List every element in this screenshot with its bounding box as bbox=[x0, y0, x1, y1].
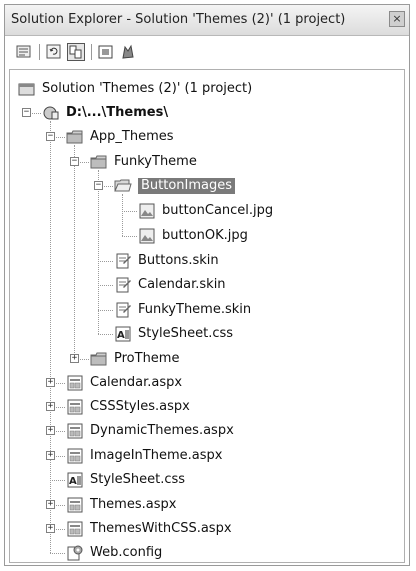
aspx-file-icon bbox=[66, 497, 84, 513]
tree-item-label: Buttons.skin bbox=[138, 253, 219, 268]
tree-item-label: App_Themes bbox=[90, 129, 174, 144]
svg-text:A: A bbox=[69, 476, 77, 487]
tree-item[interactable]: Calendar.skin bbox=[10, 274, 404, 296]
expand-icon[interactable]: + bbox=[46, 524, 55, 533]
window-title: Solution Explorer - Solution 'Themes (2)… bbox=[11, 12, 346, 27]
tree-item-label: StyleSheet.css bbox=[90, 472, 186, 487]
view-designer-icon[interactable] bbox=[119, 43, 137, 61]
solution-tree: Solution 'Themes (2)' (1 project) − D:\...… bbox=[9, 69, 405, 563]
tree-item[interactable]: − FunkyTheme bbox=[10, 151, 404, 173]
config-file-icon bbox=[66, 545, 84, 561]
tree-item-label: ImageInTheme.aspx bbox=[90, 448, 223, 463]
skin-file-icon bbox=[114, 277, 132, 293]
tree-item-label: ThemesWithCSS.aspx bbox=[90, 521, 232, 536]
tree-item-label: FunkyTheme.skin bbox=[138, 302, 252, 317]
web-project-icon bbox=[42, 105, 60, 121]
tree-item[interactable]: + ProTheme bbox=[10, 348, 404, 370]
aspx-file-icon bbox=[66, 399, 84, 415]
collapse-icon[interactable]: − bbox=[94, 181, 103, 190]
show-all-files-icon[interactable] bbox=[67, 43, 85, 61]
close-button[interactable]: × bbox=[389, 11, 405, 27]
solution-explorer-window: Solution Explorer - Solution 'Themes (2)… bbox=[4, 4, 410, 566]
folder-open-icon bbox=[114, 178, 132, 194]
tree-item-label: FunkyTheme bbox=[114, 154, 197, 169]
aspx-file-icon bbox=[66, 423, 84, 439]
tree-item[interactable]: + Calendar.aspx bbox=[10, 372, 404, 394]
tree-item[interactable]: + ImageInTheme.aspx bbox=[10, 445, 404, 467]
tree-item[interactable]: + DynamicThemes.aspx bbox=[10, 420, 404, 442]
tree-item[interactable]: Web.config bbox=[10, 542, 404, 564]
folder-icon bbox=[90, 154, 108, 170]
properties-icon[interactable] bbox=[15, 43, 33, 61]
refresh-icon[interactable] bbox=[45, 43, 63, 61]
tree-item-label: D:\...\Themes\ bbox=[66, 105, 169, 120]
folder-icon bbox=[90, 351, 108, 367]
aspx-file-icon bbox=[66, 448, 84, 464]
tree-item[interactable]: − D:\...\Themes\ bbox=[10, 102, 404, 124]
aspx-file-icon bbox=[66, 375, 84, 391]
expand-icon[interactable]: + bbox=[46, 500, 55, 509]
tree-item-label: CSSStyles.aspx bbox=[90, 399, 190, 414]
tree-item-label: ButtonImages bbox=[138, 178, 236, 194]
tree-item[interactable]: − ButtonImages bbox=[10, 175, 404, 197]
aspx-file-icon bbox=[66, 521, 84, 537]
tree-item[interactable]: Buttons.skin bbox=[10, 250, 404, 272]
toolbar-separator bbox=[91, 44, 92, 60]
collapse-icon[interactable]: − bbox=[46, 132, 55, 141]
tree-item-label: buttonCancel.jpg bbox=[162, 203, 274, 218]
css-file-icon: A bbox=[66, 472, 84, 488]
toolbar-separator bbox=[39, 44, 40, 60]
skin-file-icon bbox=[114, 302, 132, 318]
title-bar: Solution Explorer - Solution 'Themes (2)… bbox=[5, 5, 409, 36]
expand-icon[interactable]: + bbox=[46, 402, 55, 411]
collapse-icon[interactable]: − bbox=[70, 157, 79, 166]
tree-item-label: buttonOK.jpg bbox=[162, 228, 248, 243]
toolbar bbox=[9, 39, 405, 65]
tree-item-label: Themes.aspx bbox=[90, 497, 177, 512]
expand-icon[interactable]: + bbox=[70, 354, 79, 363]
svg-text:A: A bbox=[117, 330, 125, 341]
expand-icon[interactable]: + bbox=[46, 426, 55, 435]
tree-item[interactable]: Solution 'Themes (2)' (1 project) bbox=[10, 78, 404, 100]
tree-item-label: Web.config bbox=[90, 545, 163, 560]
image-file-icon bbox=[138, 203, 156, 219]
tree-item-label: StyleSheet.css bbox=[138, 326, 234, 341]
tree-item-label: DynamicThemes.aspx bbox=[90, 423, 234, 438]
tree-item[interactable]: − App_Themes bbox=[10, 126, 404, 148]
tree-item-label: Calendar.skin bbox=[138, 277, 226, 292]
css-file-icon: A bbox=[114, 326, 132, 342]
tree-item-label: Calendar.aspx bbox=[90, 375, 183, 390]
tree-item[interactable]: FunkyTheme.skin bbox=[10, 299, 404, 321]
folder-icon bbox=[66, 129, 84, 145]
tree-item-label: Solution 'Themes (2)' (1 project) bbox=[42, 81, 253, 96]
skin-file-icon bbox=[114, 253, 132, 269]
tree-item[interactable]: A StyleSheet.css bbox=[10, 469, 404, 491]
tree-item[interactable]: + Themes.aspx bbox=[10, 494, 404, 516]
tree-item[interactable]: A StyleSheet.css bbox=[10, 323, 404, 345]
solution-icon bbox=[18, 81, 36, 97]
tree-item[interactable]: buttonCancel.jpg bbox=[10, 200, 404, 222]
tree-item[interactable]: buttonOK.jpg bbox=[10, 225, 404, 247]
image-file-icon bbox=[138, 228, 156, 244]
expand-icon[interactable]: + bbox=[46, 378, 55, 387]
expand-icon[interactable]: + bbox=[46, 451, 55, 460]
tree-item-label: ProTheme bbox=[114, 351, 180, 366]
collapse-icon[interactable]: − bbox=[22, 108, 31, 117]
tree-item[interactable]: + ThemesWithCSS.aspx bbox=[10, 518, 404, 540]
view-code-icon[interactable] bbox=[97, 43, 115, 61]
tree-item[interactable]: + CSSStyles.aspx bbox=[10, 396, 404, 418]
